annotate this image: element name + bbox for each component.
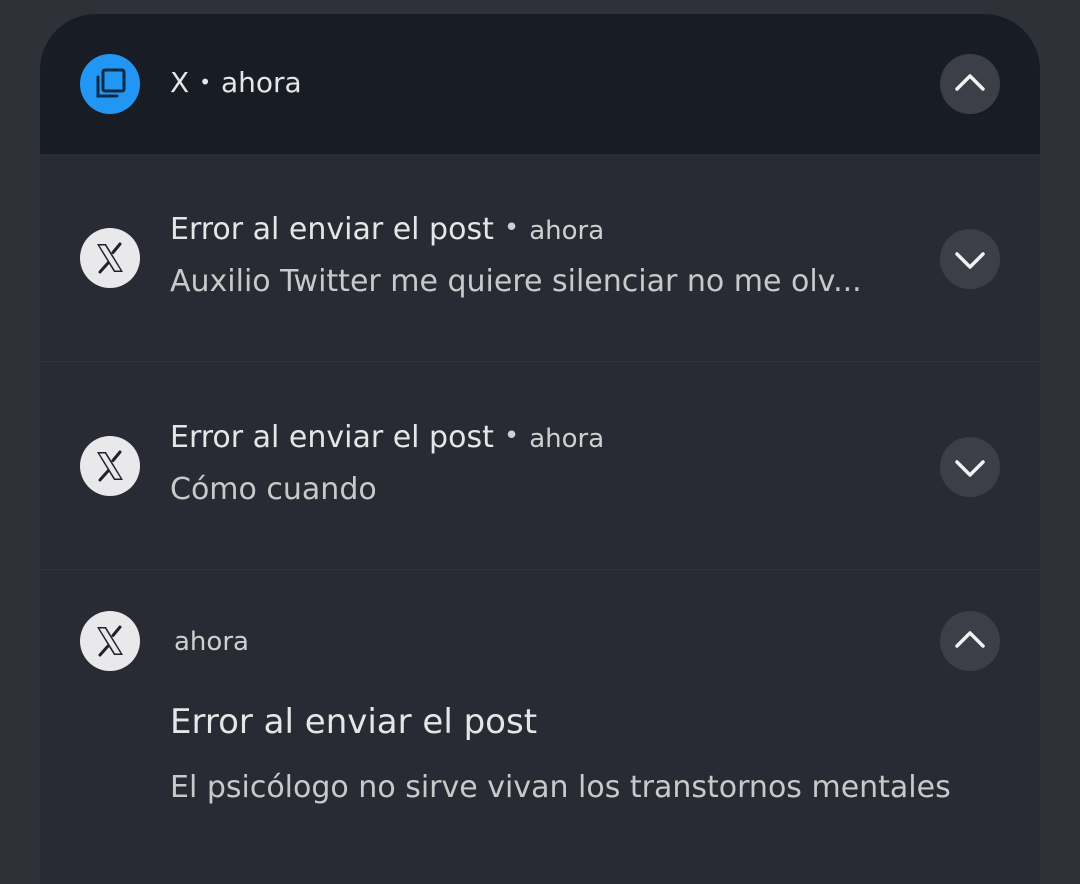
group-time: ahora bbox=[220, 66, 302, 99]
chevron-down-icon bbox=[955, 252, 985, 269]
separator-dot: • bbox=[503, 213, 520, 243]
chevron-down-icon bbox=[955, 460, 985, 477]
notification-item[interactable]: Error al enviar el post • ahora Auxilio Tw… bbox=[40, 154, 1040, 361]
separator-dot: • bbox=[503, 421, 520, 451]
expand-notification-button[interactable] bbox=[940, 437, 1000, 497]
notification-title-line: Error al enviar el post • ahora bbox=[170, 420, 604, 455]
notification-title: Error al enviar el post bbox=[170, 420, 494, 455]
x-logo-icon bbox=[80, 228, 140, 288]
notification-panel: X • ahora Error al enviar el post • ahora Au… bbox=[40, 14, 1040, 884]
collapse-notification-button[interactable] bbox=[940, 611, 1000, 671]
notification-item[interactable]: Error al enviar el post • ahora Cómo cuand… bbox=[40, 361, 1040, 570]
notification-body: Cómo cuando bbox=[170, 472, 377, 507]
notification-body: Auxilio Twitter me quiere silenciar no m… bbox=[170, 264, 862, 299]
notification-item-expanded[interactable]: ahora Error al enviar el post El psicólo… bbox=[40, 569, 1040, 884]
expand-notification-button[interactable] bbox=[940, 229, 1000, 289]
chevron-up-icon bbox=[955, 74, 985, 91]
notification-time: ahora bbox=[529, 424, 605, 454]
notification-group-header[interactable]: X • ahora bbox=[40, 14, 1040, 154]
notification-time: ahora bbox=[529, 216, 605, 246]
separator-dot: • bbox=[199, 70, 211, 94]
notification-time: ahora bbox=[174, 627, 249, 657]
group-app-name: X bbox=[170, 66, 190, 99]
notification-title: Error al enviar el post bbox=[170, 702, 538, 742]
x-logo-icon bbox=[80, 436, 140, 496]
collapse-group-button[interactable] bbox=[940, 54, 1000, 114]
notification-title-line: Error al enviar el post • ahora bbox=[170, 212, 604, 247]
notification-title: Error al enviar el post bbox=[170, 212, 494, 247]
notification-body: El psicólogo no sirve vivan los transtor… bbox=[170, 770, 951, 805]
group-header-text: X • ahora bbox=[170, 66, 302, 99]
chevron-up-icon bbox=[955, 631, 985, 648]
x-logo-icon bbox=[80, 611, 140, 671]
stacked-windows-icon bbox=[80, 54, 140, 114]
